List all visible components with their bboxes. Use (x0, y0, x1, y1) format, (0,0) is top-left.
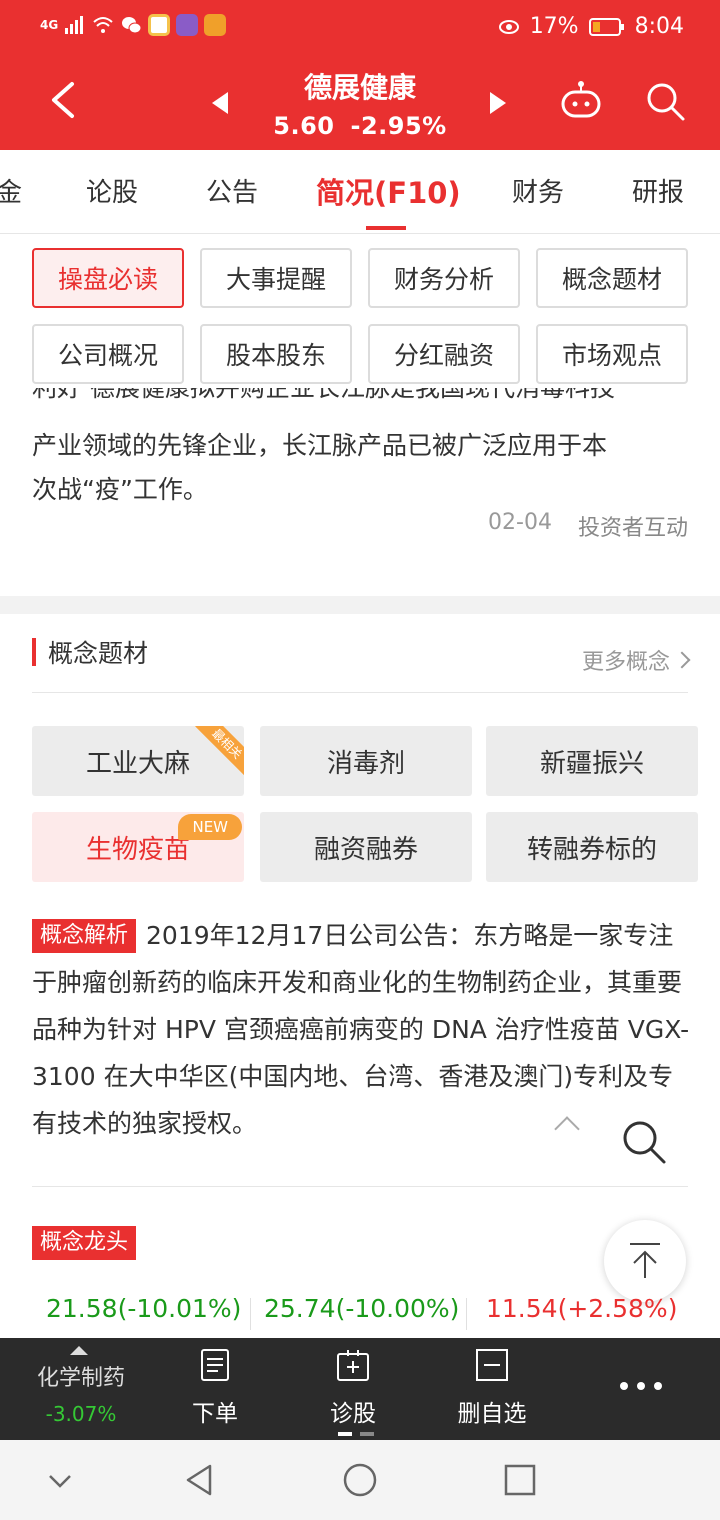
app2-icon (176, 14, 199, 36)
section-title-bar (32, 638, 36, 666)
menu-financial-analysis[interactable]: 财务分析 (368, 248, 520, 308)
app1-icon (148, 14, 171, 36)
scroll-top-button[interactable] (604, 1220, 686, 1302)
concept-chip[interactable]: 工业大麻 最相关 (32, 726, 244, 796)
remove-watchlist-label: 删自选 (457, 1401, 527, 1427)
diagnose-button[interactable]: 诊股 (318, 1348, 388, 1428)
leader-quote[interactable]: 21.58(-10.01%) (46, 1294, 241, 1323)
wifi-icon (93, 17, 113, 33)
robot-icon[interactable] (560, 80, 602, 122)
concept-chip[interactable]: 转融券标的 (486, 812, 698, 882)
news-text-line1: 产业领域的先锋企业，长江脉产品已被广泛应用于本 (32, 431, 608, 460)
divider (250, 1298, 251, 1330)
tab-announcements[interactable]: 公告 (206, 172, 258, 209)
concept-chip-selected[interactable]: 生物疫苗 NEW (32, 812, 244, 882)
concept-chip[interactable]: 新疆振兴 (486, 726, 698, 796)
menu-dividends[interactable]: 分红融资 (368, 324, 520, 384)
divider (466, 1298, 467, 1330)
news-source: 投资者互动 (577, 516, 688, 541)
menu-company-profile[interactable]: 公司概况 (32, 324, 184, 384)
chevron-right-icon (673, 651, 691, 669)
battery-percent: 17% (529, 14, 579, 39)
section-title: 概念题材 (32, 636, 148, 668)
tab-discussion[interactable]: 论股 (86, 172, 138, 209)
more-concepts-label: 更多概念 (581, 650, 670, 675)
eye-icon (498, 19, 519, 34)
toolbar-pager (338, 1432, 374, 1436)
menu-shareholders[interactable]: 股本股东 (200, 324, 352, 384)
section-gap (0, 596, 720, 614)
section-title-text: 概念题材 (48, 639, 149, 668)
wechat-icon (122, 17, 142, 34)
news-item[interactable]: 产业领域的先锋企业，长江脉产品已被广泛应用于本 次战“疫”工作。 (32, 424, 692, 512)
order-button[interactable]: 下单 (180, 1348, 250, 1428)
tab-finance[interactable]: 财务 (512, 172, 564, 209)
news-text-line2: 次战“疫”工作。 (32, 475, 208, 504)
diagnose-label: 诊股 (330, 1401, 376, 1427)
nav-back-icon[interactable] (182, 1462, 218, 1498)
nav-home-icon[interactable] (342, 1462, 378, 1498)
leader-quote[interactable]: 11.54(+2.58%) (486, 1294, 677, 1323)
concept-analysis: 概念解析 2019年12月17日公司公告：东方略是一家专注于肿瘤创新药的临床开发和… (32, 912, 692, 1147)
concept-chip[interactable]: 融资融券 (260, 812, 472, 882)
news-clipped-line: 利好 德展健康拟并购企业长江脉是我国现代消毒科技 (32, 388, 692, 412)
diagnose-icon (337, 1350, 369, 1381)
sector-change: -3.07% (45, 1402, 117, 1426)
more-icon[interactable] (620, 1382, 662, 1390)
news-meta: 02-04 投资者互动 (488, 510, 688, 542)
leader-tag: 概念龙头 (32, 1226, 137, 1260)
nav-collapse-icon[interactable] (42, 1462, 78, 1498)
stock-price: 5.60 (273, 112, 335, 140)
divider (32, 692, 688, 693)
sector-name: 化学制药 (36, 1366, 125, 1391)
tab-bar: 金 论股 公告 简况(F10) 财务 研报 (0, 150, 720, 234)
tab-fund[interactable]: 金 (0, 172, 22, 209)
system-nav-bar (0, 1440, 720, 1520)
expand-up-icon (70, 1346, 88, 1355)
stock-quote: 5.60 -2.95% (0, 112, 720, 140)
tab-research[interactable]: 研报 (632, 172, 684, 209)
order-icon (201, 1349, 229, 1381)
leader-quotes: 21.58(-10.01%) 25.74(-10.00%) 11.54(+2.5… (32, 1294, 688, 1334)
analysis-tag: 概念解析 (32, 919, 137, 953)
more-concepts-link[interactable]: 更多概念 (581, 644, 691, 676)
remove-watchlist-icon (476, 1349, 508, 1381)
clock: 8:04 (634, 14, 684, 39)
menu-concepts[interactable]: 概念题材 (536, 248, 688, 308)
menu-market-view[interactable]: 市场观点 (536, 324, 688, 384)
leader-quote[interactable]: 25.74(-10.00%) (264, 1294, 459, 1323)
signal-icon (65, 16, 84, 34)
concept-chip[interactable]: 消毒剂 (260, 726, 472, 796)
leader-section: 概念龙头 (32, 1226, 146, 1260)
magnifier-icon[interactable] (620, 1118, 668, 1166)
sector-button[interactable]: 化学制药 -3.07% (26, 1360, 136, 1426)
bottom-toolbar: 化学制药 -3.07% 下单 诊股 删自选 (0, 1338, 720, 1440)
network-label: 4G (40, 18, 59, 32)
search-icon[interactable] (644, 80, 686, 122)
app-header: 4G 17% 8:04 德展健康 5.60 -2.95% (0, 0, 720, 150)
tab-f10[interactable]: 简况(F10) (316, 170, 461, 212)
stock-name: 德展健康 (303, 71, 416, 104)
analysis-text: 2019年12月17日公司公告：东方略是一家专注于肿瘤创新药的临床开发和商业化的… (32, 921, 690, 1138)
stock-change: -2.95% (350, 112, 447, 140)
remove-watchlist-button[interactable]: 删自选 (452, 1348, 532, 1428)
app3-icon (204, 14, 227, 36)
next-stock-icon[interactable] (490, 92, 506, 114)
battery-icon (588, 17, 624, 36)
new-badge: NEW (178, 814, 242, 840)
most-relevant-ribbon: 最相关 (195, 726, 244, 776)
status-bar: 4G 17% 8:04 (0, 0, 720, 56)
menu-must-read[interactable]: 操盘必读 (32, 248, 184, 308)
menu-events[interactable]: 大事提醒 (200, 248, 352, 308)
order-label: 下单 (192, 1401, 238, 1427)
news-date: 02-04 (488, 510, 552, 535)
arrow-up-icon (630, 1243, 660, 1278)
tab-indicator (366, 226, 406, 230)
divider (32, 1186, 688, 1187)
nav-recents-icon[interactable] (502, 1462, 538, 1498)
